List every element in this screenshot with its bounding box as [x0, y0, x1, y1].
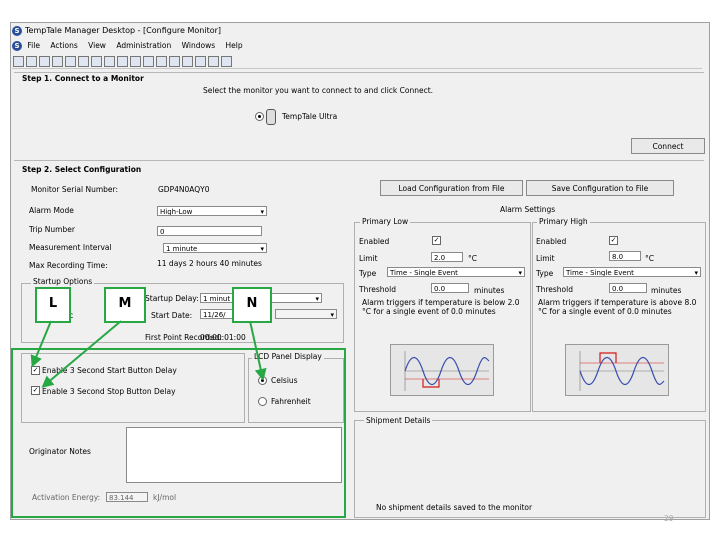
- shipment-empty-text: No shipment details saved to the monitor: [376, 503, 533, 512]
- trip-number-label: Trip Number: [29, 225, 75, 234]
- trip-number-input[interactable]: 0: [157, 226, 262, 236]
- interval-select[interactable]: 1 minute: [163, 243, 267, 253]
- app-menu-icon[interactable]: S: [12, 41, 22, 51]
- low-enabled-checkbox[interactable]: ✓: [432, 236, 441, 245]
- zoom-in-icon[interactable]: [143, 56, 154, 67]
- high-alarm-description: Alarm triggers if temperature is above 8…: [538, 298, 697, 316]
- low-type-select[interactable]: Time - Single Event: [387, 267, 525, 277]
- high-enabled-checkbox[interactable]: ✓: [609, 236, 618, 245]
- toolbar: [12, 54, 702, 69]
- high-alarm-chart: [565, 344, 669, 396]
- alarm-mode-select[interactable]: High-Low: [157, 206, 267, 216]
- chart-icon[interactable]: [182, 56, 193, 67]
- serial-label: Monitor Serial Number:: [31, 185, 119, 194]
- callout-l: L: [35, 287, 71, 323]
- first-point-value: 00:00:01:00: [200, 333, 246, 342]
- open-icon[interactable]: [13, 56, 24, 67]
- title-bar: S TempTale Manager Desktop - [Configure M…: [12, 24, 702, 38]
- low-threshold-label: Threshold: [359, 285, 396, 294]
- high-threshold-input[interactable]: 0.0: [609, 283, 647, 293]
- high-type-label: Type: [536, 269, 554, 278]
- page-number: 29: [664, 514, 674, 523]
- low-enabled-label: Enabled: [359, 237, 390, 246]
- low-alarm-chart: [390, 344, 494, 396]
- monitor-radio[interactable]: [255, 112, 264, 121]
- max-recording-label: Max Recording Time:: [29, 261, 108, 270]
- startup-options-title: Startup Options: [31, 277, 95, 286]
- startup-delay-label: Startup Delay:: [145, 294, 199, 303]
- menu-windows[interactable]: Windows: [182, 41, 215, 50]
- high-type-select[interactable]: Time - Single Event: [563, 267, 701, 277]
- low-threshold-unit: minutes: [474, 286, 505, 295]
- serial-value: GDP4N0AQY0: [158, 185, 210, 194]
- step1-instruction: Select the monitor you want to connect t…: [203, 86, 434, 95]
- high-limit-unit: °C: [645, 254, 654, 263]
- zoom-out-icon[interactable]: [156, 56, 167, 67]
- low-limit-unit: °C: [468, 254, 477, 263]
- grid-icon[interactable]: [130, 56, 141, 67]
- step2-title: Step 2. Select Configuration: [22, 165, 142, 174]
- menu-file[interactable]: File: [27, 41, 40, 50]
- shipment-details-title: Shipment Details: [364, 416, 433, 425]
- monitor-icon[interactable]: [52, 56, 63, 67]
- menu-bar: S File Actions View Administration Windo…: [12, 40, 702, 52]
- save-config-button[interactable]: Save Configuration to File: [526, 180, 674, 196]
- divider: [14, 72, 704, 73]
- high-threshold-unit: minutes: [651, 286, 682, 295]
- user-icon[interactable]: [195, 56, 206, 67]
- table-icon[interactable]: [117, 56, 128, 67]
- max-recording-value: 11 days 2 hours 40 minutes: [157, 259, 262, 268]
- window-title: TempTale Manager Desktop - [Configure Mo…: [25, 26, 222, 35]
- alarm-mode-label: Alarm Mode: [29, 206, 74, 215]
- primary-high-title: Primary High: [537, 217, 590, 226]
- menu-view[interactable]: View: [88, 41, 106, 50]
- low-threshold-input[interactable]: 0.0: [431, 283, 469, 293]
- divider: [14, 160, 704, 161]
- high-limit-input[interactable]: 8.0: [609, 251, 641, 261]
- start-time-select[interactable]: [275, 309, 337, 319]
- low-limit-label: Limit: [359, 254, 378, 263]
- primary-low-title: Primary Low: [360, 217, 411, 226]
- load-config-button[interactable]: Load Configuration from File: [380, 180, 523, 196]
- step1-title: Step 1. Connect to a Monitor: [22, 74, 144, 83]
- interval-label: Measurement Interval: [29, 243, 112, 252]
- save-icon[interactable]: [26, 56, 37, 67]
- callout-m: M: [104, 287, 146, 323]
- connect-button[interactable]: Connect: [631, 138, 705, 154]
- menu-actions[interactable]: Actions: [50, 41, 77, 50]
- menu-help[interactable]: Help: [226, 41, 243, 50]
- start-date-label: Start Date:: [151, 311, 193, 320]
- print-icon[interactable]: [39, 56, 50, 67]
- low-limit-input[interactable]: 2.0: [431, 252, 463, 262]
- device-icon[interactable]: [91, 56, 102, 67]
- monitor-device-icon: [266, 109, 276, 125]
- low-alarm-description: Alarm triggers if temperature is below 2…: [362, 298, 520, 316]
- high-enabled-label: Enabled: [536, 237, 567, 246]
- monitor-option-label: TempTale Ultra: [282, 112, 338, 121]
- download-icon[interactable]: [65, 56, 76, 67]
- report-icon[interactable]: [104, 56, 115, 67]
- low-type-label: Type: [359, 269, 377, 278]
- mail-icon[interactable]: [208, 56, 219, 67]
- menu-administration[interactable]: Administration: [116, 41, 171, 50]
- upload-icon[interactable]: [78, 56, 89, 67]
- highlight-box: [11, 348, 346, 518]
- callout-n: N: [232, 287, 272, 323]
- search-icon[interactable]: [169, 56, 180, 67]
- high-limit-label: Limit: [536, 254, 555, 263]
- app-logo-icon: S: [12, 25, 22, 36]
- high-threshold-label: Threshold: [536, 285, 573, 294]
- alarm-settings-title: Alarm Settings: [500, 205, 556, 214]
- help-icon[interactable]: [221, 56, 232, 67]
